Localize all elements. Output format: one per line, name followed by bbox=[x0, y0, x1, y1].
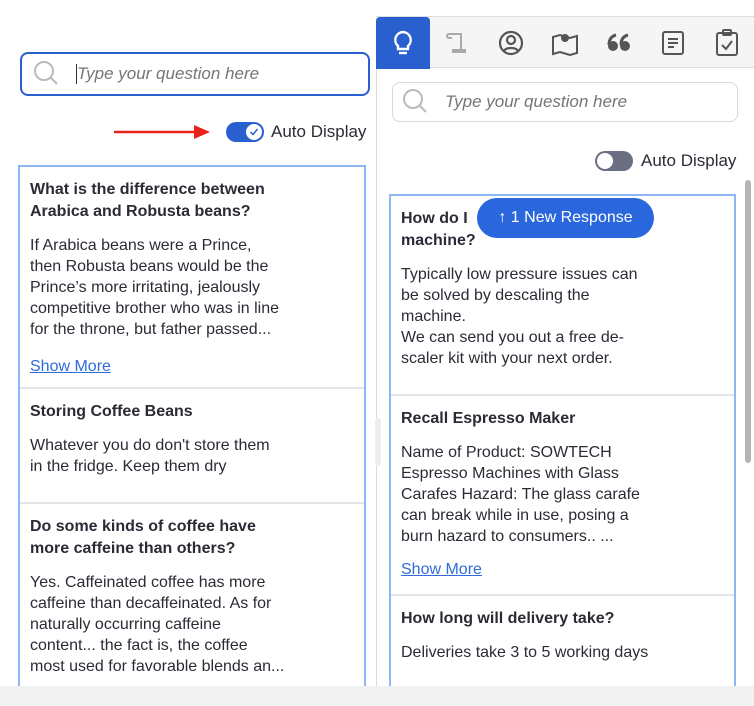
right-auto-display-label: Auto Display bbox=[641, 151, 737, 170]
quote-icon bbox=[607, 33, 630, 51]
check-icon bbox=[249, 128, 259, 136]
scroll-icon bbox=[446, 33, 466, 53]
tab-bar bbox=[376, 16, 754, 69]
show-more-link[interactable]: Show More bbox=[30, 358, 354, 376]
item-body: Name of Product: SOWTECH Espresso Machin… bbox=[401, 444, 640, 545]
item-title: Storing Coffee Beans bbox=[30, 403, 193, 420]
clipboard-check-icon bbox=[716, 29, 738, 56]
left-results-list: What is the difference between Arabica a… bbox=[18, 165, 366, 695]
left-search-input[interactable] bbox=[77, 64, 347, 84]
panel-divider[interactable] bbox=[376, 16, 377, 686]
right-search-field[interactable] bbox=[392, 82, 738, 122]
item-title: What is the difference between Arabica a… bbox=[30, 181, 265, 220]
red-arrow-annotation bbox=[114, 125, 210, 139]
new-response-button[interactable]: ↑ 1 New Response bbox=[477, 198, 654, 238]
lightbulb-icon bbox=[394, 30, 412, 55]
list-item[interactable]: Recall Espresso Maker Name of Product: S… bbox=[391, 396, 734, 596]
item-body: Deliveries take 3 to 5 working days bbox=[401, 644, 649, 661]
scrollbar-thumb[interactable] bbox=[745, 180, 751, 463]
item-title: Recall Espresso Maker bbox=[401, 410, 576, 427]
map-pin-icon bbox=[552, 33, 578, 56]
document-icon bbox=[662, 31, 684, 55]
item-body: If Arabica beans were a Prince, then Rob… bbox=[30, 237, 280, 338]
list-item[interactable]: What is the difference between Arabica a… bbox=[20, 167, 364, 389]
bottom-bar bbox=[0, 686, 754, 706]
right-results-list: How do I machine? Typically low pressure… bbox=[389, 194, 736, 694]
right-search-input[interactable] bbox=[445, 92, 725, 112]
tab-scroll[interactable] bbox=[430, 17, 484, 69]
list-item[interactable]: Do some kinds of coffee have more caffei… bbox=[20, 504, 364, 687]
tab-lightbulb[interactable] bbox=[376, 17, 430, 69]
search-icon bbox=[34, 61, 58, 85]
item-title: Do some kinds of coffee have more caffei… bbox=[30, 518, 256, 557]
left-auto-display-label: Auto Display bbox=[271, 122, 367, 141]
user-circle-icon bbox=[498, 30, 524, 56]
tab-document[interactable] bbox=[646, 17, 700, 69]
show-more-link[interactable]: Show More bbox=[401, 561, 724, 579]
left-search-field[interactable] bbox=[20, 52, 370, 96]
item-body: Whatever you do don't store them in the … bbox=[30, 437, 270, 475]
item-title: How long will delivery take? bbox=[401, 610, 615, 627]
left-auto-display-toggle[interactable] bbox=[226, 122, 264, 142]
search-icon bbox=[403, 89, 427, 113]
right-auto-display-toggle[interactable] bbox=[595, 151, 633, 171]
tab-map[interactable] bbox=[538, 17, 592, 69]
list-item[interactable]: How long will delivery take? Deliveries … bbox=[391, 596, 734, 673]
tab-profile[interactable] bbox=[484, 17, 538, 69]
resize-handle[interactable] bbox=[375, 418, 381, 466]
item-body: Typically low pressure issues can be sol… bbox=[401, 266, 638, 367]
tab-clipboard[interactable] bbox=[700, 17, 754, 69]
tab-quotes[interactable] bbox=[592, 17, 646, 69]
item-body: Yes. Caffeinated coffee has more caffein… bbox=[30, 574, 285, 675]
list-item[interactable]: Storing Coffee Beans Whatever you do don… bbox=[20, 389, 364, 504]
